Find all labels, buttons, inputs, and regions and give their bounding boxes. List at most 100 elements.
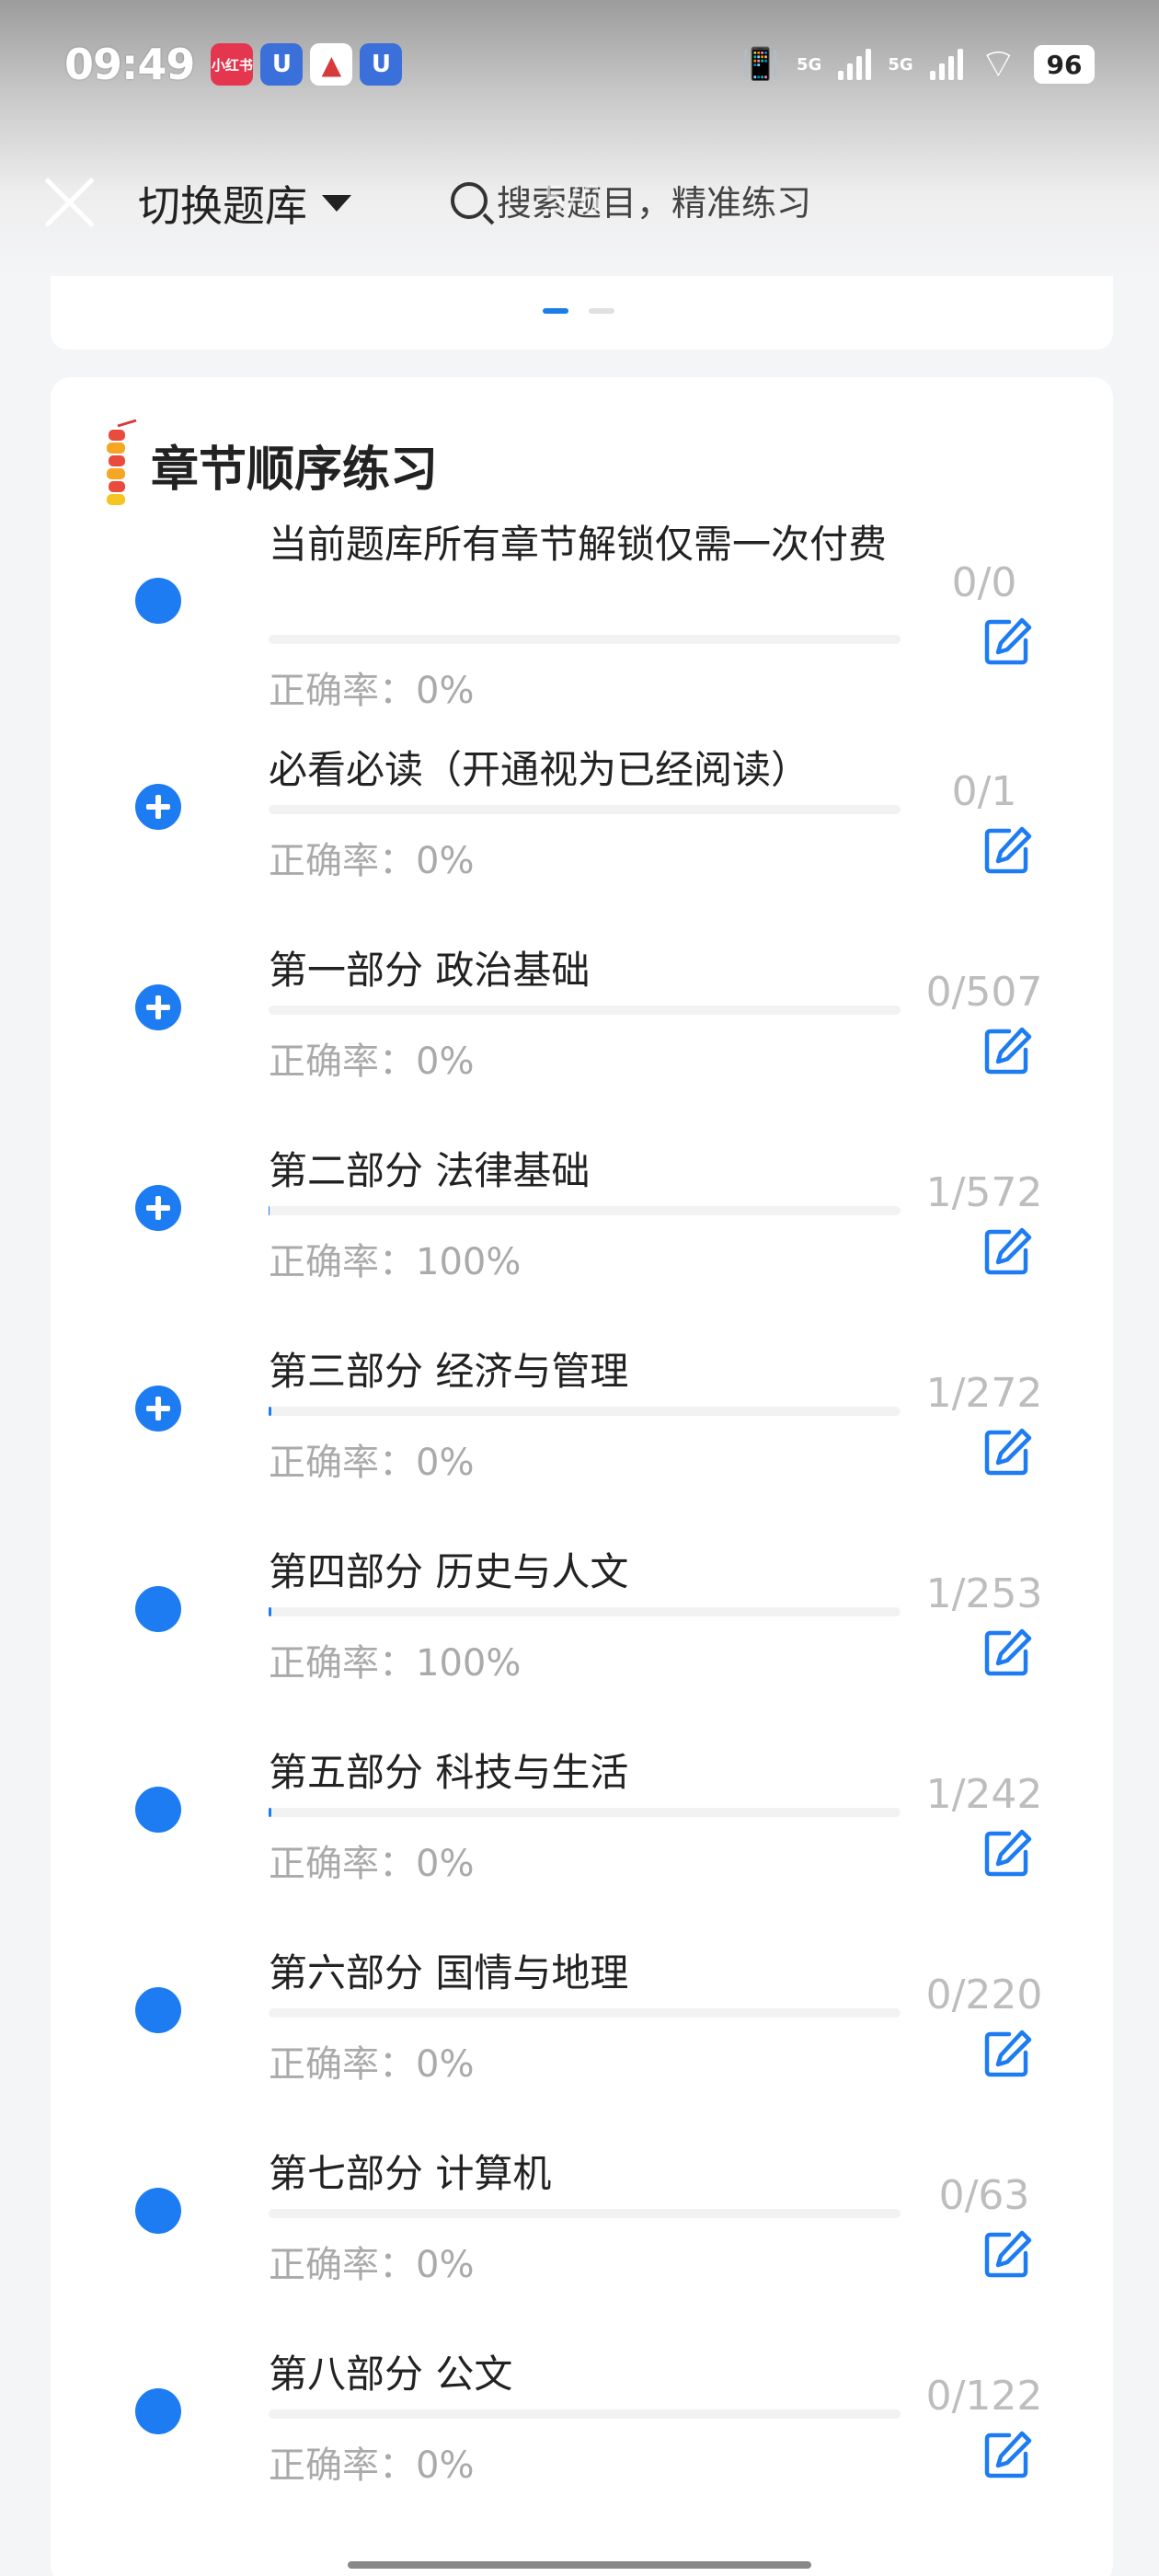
header-area: 09:49 小红书 U ▲ U 📳 5G 5G ⌔ 96 切换题库 搜索题目，精… (0, 0, 1159, 276)
chapter-title: 第五部分 科技与生活 (269, 1750, 629, 1795)
chapter-row[interactable]: 第一部分 政治基础 正确率：0% 0/507 (51, 946, 1113, 1130)
chapter-row[interactable]: 第七部分 计算机 正确率：0% 0/63 (51, 2149, 1113, 2333)
chapter-accuracy: 正确率：0% (269, 670, 475, 712)
chapter-title: 当前题库所有章节解锁仅需一次付费 (269, 522, 888, 567)
carousel-dot[interactable] (589, 308, 614, 314)
search-icon (451, 181, 488, 219)
edit-icon[interactable] (981, 1828, 1033, 1880)
firecracker-icon (107, 419, 137, 505)
chapter-dot-icon (135, 1586, 181, 1632)
network-label-2: 5G (888, 54, 913, 75)
app-a-icon: ▲ (310, 43, 353, 86)
chapter-progress-bar (269, 1407, 901, 1416)
vibrate-icon: 📳 (740, 46, 780, 83)
chapter-count: 1/253 (925, 1570, 1043, 1617)
chapter-dot-icon (135, 578, 181, 624)
chapter-progress-bar (269, 1808, 901, 1817)
chapter-count: 1/572 (925, 1169, 1043, 1216)
carousel-dot-active[interactable] (543, 308, 568, 314)
chapter-progress-fill (269, 1206, 270, 1215)
chapter-row[interactable]: 必看必读（开通视为已经阅读） 正确率：0% 0/1 (51, 745, 1113, 929)
chapter-accuracy: 正确率：0% (269, 840, 475, 882)
chapter-count: 0/63 (938, 2172, 1030, 2219)
chapter-row[interactable]: 第六部分 国情与地理 正确率：0% 0/220 (51, 1949, 1113, 2133)
chapter-progress-bar (269, 1006, 901, 1015)
edit-icon[interactable] (981, 1627, 1033, 1679)
edit-icon[interactable] (981, 2029, 1033, 2080)
chapter-practice-card: 章节顺序练习 当前题库所有章节解锁仅需一次付费 正确率：0% 0/0 必看必读（开通视… (51, 377, 1113, 2576)
chapter-row[interactable]: 第二部分 法律基础 正确率：100% 1/572 (51, 1146, 1113, 1330)
app-u-icon: U (260, 43, 304, 86)
edit-icon[interactable] (981, 616, 1033, 668)
chapter-count: 0/122 (925, 2373, 1043, 2420)
chapter-count: 0/507 (925, 969, 1043, 1016)
status-time: 09:49 (64, 40, 195, 89)
wifi-icon: ⌔ (979, 40, 1017, 87)
chapter-progress-bar (269, 1206, 901, 1215)
caret-down-icon (322, 195, 351, 212)
chapter-accuracy: 正确率：0% (269, 1442, 475, 1484)
chapter-accuracy: 正确率：0% (269, 2244, 475, 2286)
chapter-progress-bar (269, 635, 901, 644)
notification-app-icons: 小红书 U ▲ U (211, 43, 403, 86)
expand-plus-icon[interactable] (135, 1386, 181, 1432)
chapter-title: 第二部分 法律基础 (269, 1148, 591, 1193)
home-indicator[interactable] (348, 2561, 811, 2569)
chapter-row[interactable]: 第八部分 公文 正确率：0% 0/122 (51, 2350, 1113, 2534)
battery-icon: 96 (1034, 45, 1095, 84)
chapter-title: 第八部分 公文 (269, 2352, 513, 2397)
search-bar[interactable]: 搜索题目，精准练习 (451, 175, 811, 225)
edit-icon[interactable] (981, 1026, 1033, 1077)
chapter-row[interactable]: 第三部分 经济与管理 正确率：0% 1/272 (51, 1347, 1113, 1531)
edit-icon[interactable] (981, 2229, 1033, 2281)
carousel-dots (543, 308, 614, 314)
chapter-progress-bar (269, 805, 901, 814)
chapter-title: 第四部分 历史与人文 (269, 1549, 629, 1594)
chapter-title: 第三部分 经济与管理 (269, 1349, 629, 1394)
chapter-progress-bar (269, 2409, 901, 2419)
section-header: 章节顺序练习 (101, 419, 438, 511)
chapter-row[interactable]: 第五部分 科技与生活 正确率：0% 1/242 (51, 1748, 1113, 1932)
chapter-progress-bar (269, 2008, 901, 2018)
status-indicators: 📳 5G 5G ⌔ 96 (741, 44, 1095, 85)
app-u2-icon: U (360, 43, 403, 86)
chapter-count: 0/1 (951, 768, 1017, 815)
chapter-accuracy: 正确率：0% (269, 2043, 475, 2086)
chapter-title: 第七部分 计算机 (269, 2151, 552, 2196)
chapter-count: 0/220 (925, 1972, 1043, 2018)
status-bar: 09:49 小红书 U ▲ U 📳 5G 5G ⌔ 96 (0, 0, 1159, 129)
chapter-count: 1/242 (925, 1771, 1043, 1818)
chapter-count: 1/272 (925, 1370, 1043, 1417)
edit-icon[interactable] (981, 1427, 1033, 1478)
chapter-dot-icon (135, 2388, 181, 2434)
chapter-dot-icon (135, 2188, 181, 2234)
section-title: 章节顺序练习 (151, 442, 439, 498)
chapter-accuracy: 正确率：100% (269, 1642, 522, 1685)
chapter-progress-fill (269, 1808, 271, 1817)
edit-icon[interactable] (981, 1226, 1033, 1278)
chapter-accuracy: 正确率：0% (269, 1041, 475, 1083)
chapter-dot-icon (135, 1787, 181, 1833)
chapter-row[interactable]: 当前题库所有章节解锁仅需一次付费 正确率：0% 0/0 (51, 520, 1113, 712)
chapter-progress-bar (269, 2209, 901, 2218)
page-indicator: 5/6 (543, 179, 602, 222)
expand-plus-icon[interactable] (135, 1185, 181, 1231)
chapter-progress-fill (269, 1407, 271, 1416)
switch-bank-button[interactable]: 切换题库 (138, 173, 351, 234)
chapter-title: 第一部分 政治基础 (269, 948, 591, 993)
chapter-title: 第六部分 国情与地理 (269, 1950, 629, 1995)
edit-icon[interactable] (981, 2430, 1033, 2481)
expand-plus-icon[interactable] (135, 984, 181, 1030)
signal-icon-2 (929, 49, 963, 80)
switch-bank-label: 切换题库 (138, 181, 307, 231)
chapter-progress-bar (269, 1607, 901, 1616)
signal-icon (838, 49, 872, 80)
chapter-dot-icon (135, 1987, 181, 2033)
close-icon[interactable] (41, 173, 97, 228)
chapter-count: 0/0 (951, 559, 1017, 606)
chapter-accuracy: 正确率：0% (269, 1843, 475, 1885)
expand-plus-icon[interactable] (135, 784, 181, 830)
edit-icon[interactable] (981, 825, 1033, 877)
network-label-1: 5G (797, 54, 822, 75)
chapter-row[interactable]: 第四部分 历史与人文 正确率：100% 1/253 (51, 1547, 1113, 1731)
